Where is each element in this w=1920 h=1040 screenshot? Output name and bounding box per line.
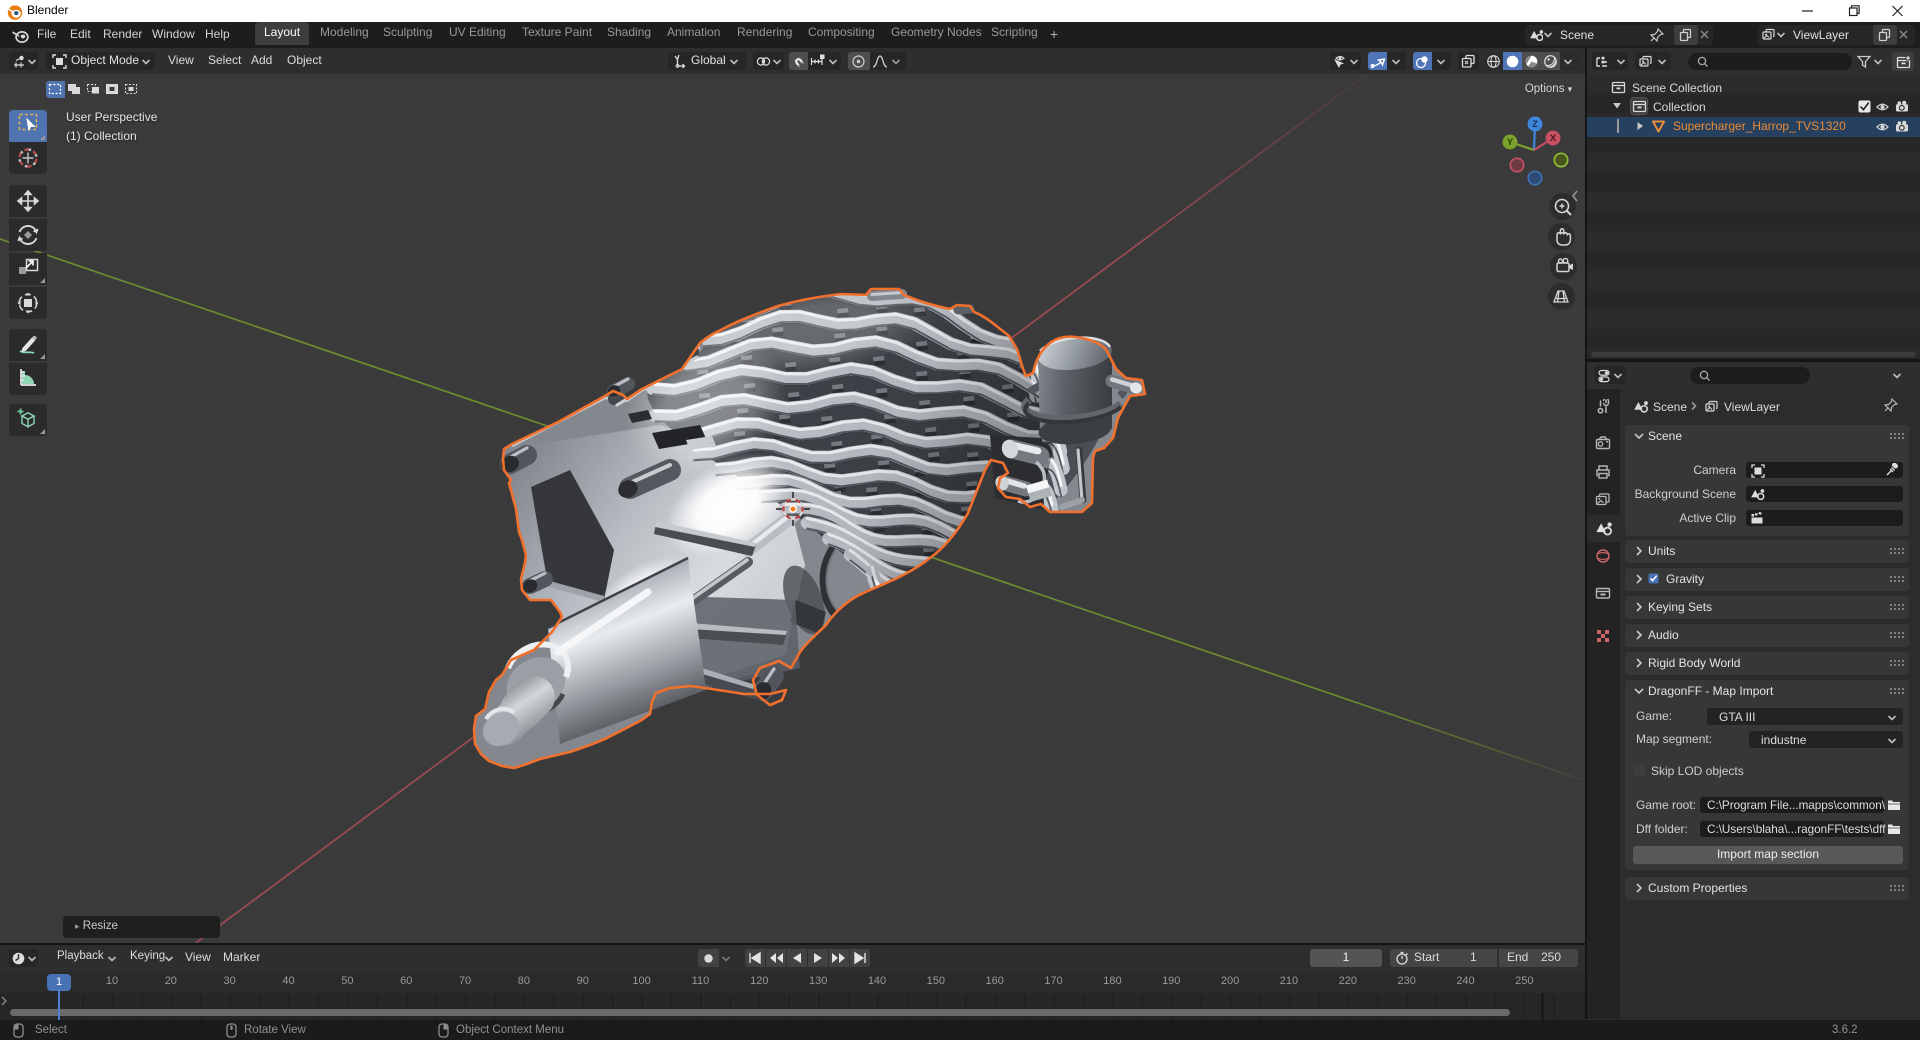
svg-text:X: X <box>1550 133 1557 144</box>
svg-text:Z: Z <box>1532 119 1538 130</box>
svg-text:Y: Y <box>1507 137 1514 148</box>
